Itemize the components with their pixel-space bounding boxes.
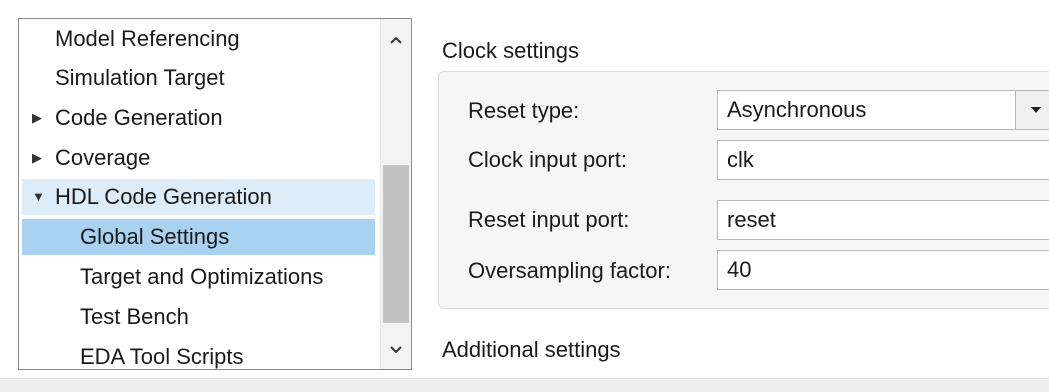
expand-arrow-icon[interactable]: ▶	[32, 100, 46, 136]
collapse-arrow-icon[interactable]: ▼	[32, 179, 46, 215]
expand-arrow-icon[interactable]: ▶	[32, 140, 46, 176]
tree-item-label: Coverage	[55, 145, 151, 170]
category-tree[interactable]: Model Referencing Simulation Target ▶ Co…	[18, 18, 412, 370]
clock-input-port-field[interactable]: clk	[717, 140, 1049, 180]
tree-item-label: Test Bench	[80, 304, 189, 329]
tree-item-global-settings[interactable]: Global Settings	[22, 219, 375, 255]
tree-item-label: HDL Code Generation	[55, 184, 272, 209]
chevron-down-icon	[390, 346, 402, 354]
reset-input-port-label: Reset input port:	[468, 207, 630, 232]
scroll-up-button[interactable]	[381, 25, 411, 55]
tree-scrollbar[interactable]	[380, 19, 411, 369]
scroll-down-button[interactable]	[381, 335, 411, 365]
tree-item-label: Simulation Target	[55, 65, 225, 90]
tree-item-coverage[interactable]: ▶ Coverage	[22, 140, 375, 176]
reset-input-port-field[interactable]: reset	[717, 200, 1049, 240]
clock-settings-title: Clock settings	[442, 38, 579, 63]
scroll-thumb[interactable]	[383, 165, 409, 323]
reset-type-select[interactable]: Asynchronous	[717, 90, 1049, 130]
tree-item-model-referencing[interactable]: Model Referencing	[22, 21, 375, 57]
caret-down-icon	[1031, 107, 1041, 113]
oversampling-factor-field[interactable]: 40	[717, 250, 1049, 290]
tree-item-label: Global Settings	[80, 224, 230, 249]
tree-item-label: Target and Optimizations	[80, 264, 324, 289]
oversampling-factor-label: Oversampling factor:	[468, 258, 671, 283]
tree-item-label: Code Generation	[55, 105, 223, 130]
tree-item-simulation-target[interactable]: Simulation Target	[22, 60, 375, 96]
tree-item-test-bench[interactable]: Test Bench	[22, 299, 375, 335]
clock-input-port-label: Clock input port:	[468, 147, 627, 172]
reset-type-dropdown-button[interactable]	[1015, 91, 1049, 129]
chevron-up-icon	[390, 36, 402, 44]
tree-item-eda-tool-scripts[interactable]: EDA Tool Scripts	[22, 339, 375, 369]
tree-item-label: EDA Tool Scripts	[80, 344, 244, 369]
tree-item-code-generation[interactable]: ▶ Code Generation	[22, 100, 375, 136]
tree-item-target-and-optimizations[interactable]: Target and Optimizations	[22, 259, 375, 295]
reset-type-label: Reset type:	[468, 98, 580, 123]
tree-item-label: Model Referencing	[55, 26, 240, 51]
reset-type-value: Asynchronous	[727, 97, 867, 122]
bottom-strip	[0, 378, 1049, 392]
tree-item-hdl-code-generation[interactable]: ▼ HDL Code Generation	[22, 179, 375, 215]
additional-settings-title[interactable]: Additional settings	[442, 336, 621, 364]
